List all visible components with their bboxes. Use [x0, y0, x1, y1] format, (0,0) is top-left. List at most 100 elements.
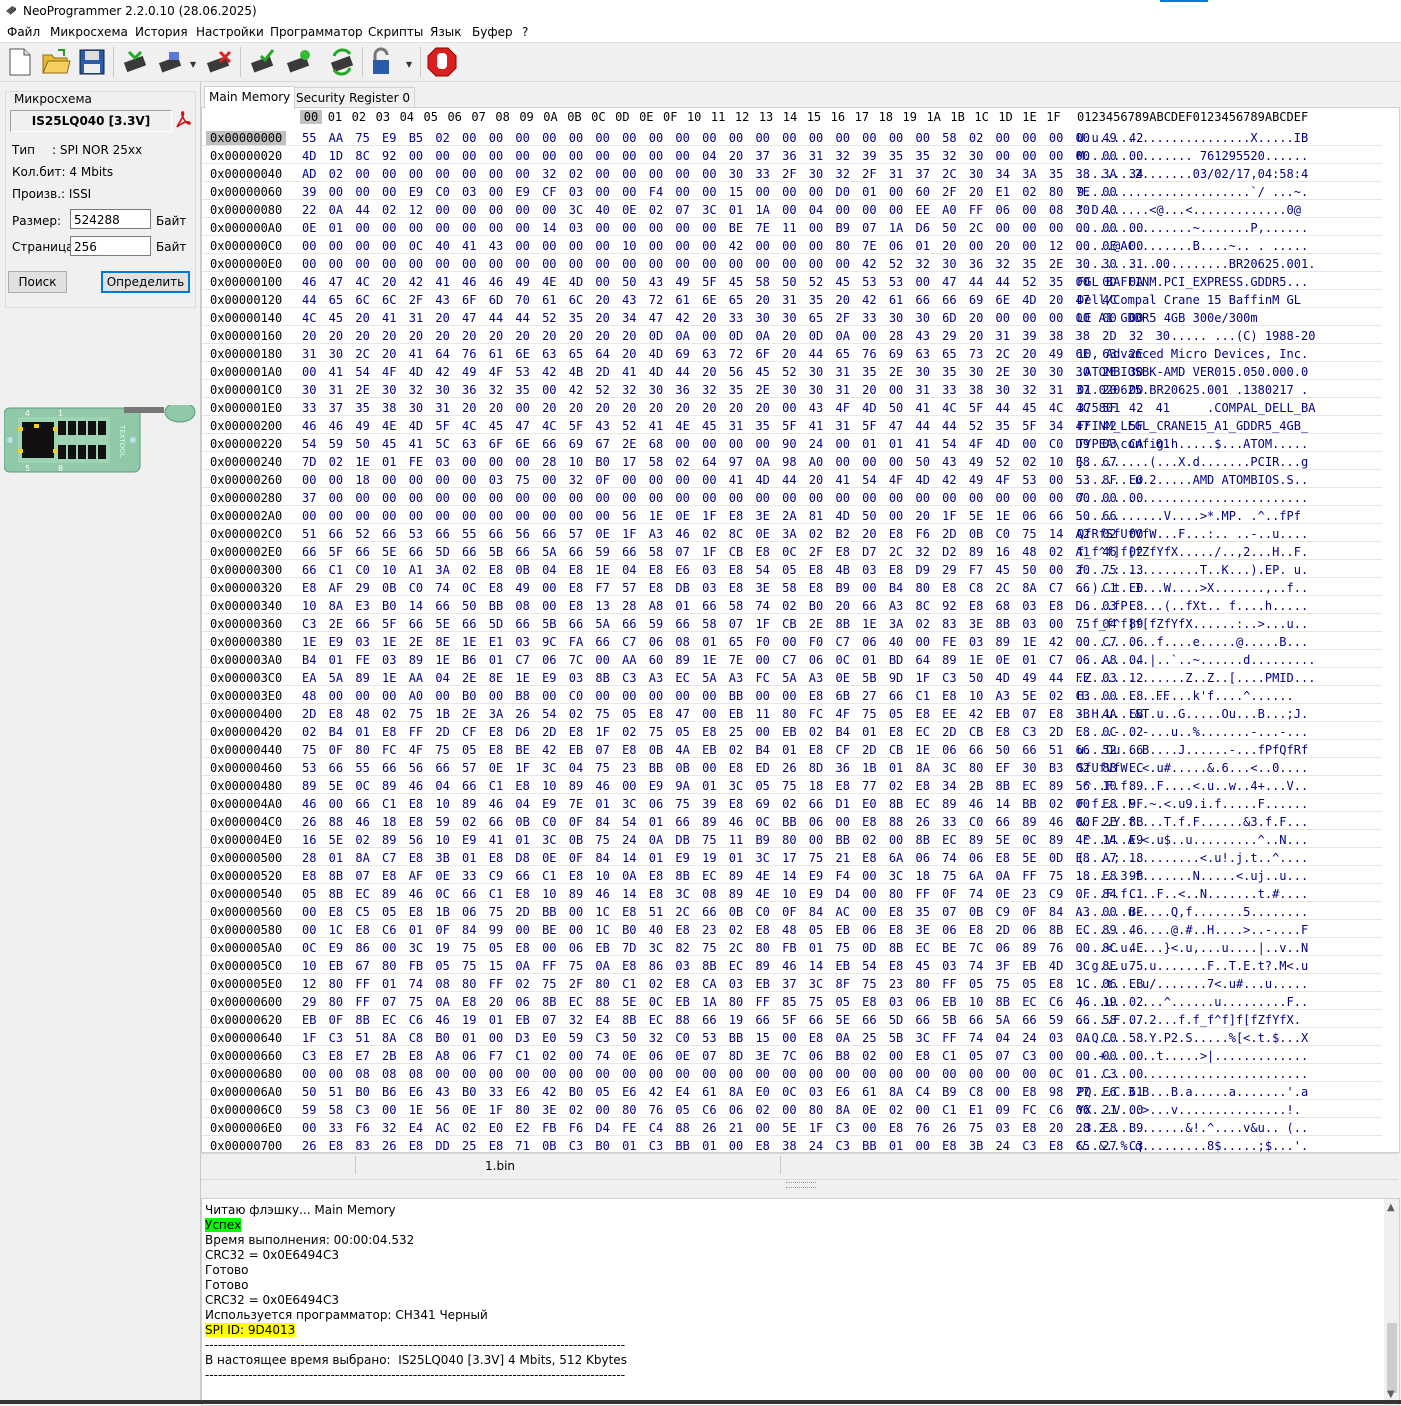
- hex-row-bytes[interactable]: 89 5E 0C 89 46 04 66 C1 E8 10 89 46 00 E…: [302, 779, 1143, 793]
- hex-row-ascii[interactable]: ........u.2.....AMD ATOMBIOS.S..: [1077, 473, 1308, 487]
- hex-row[interactable]: 0x000000C0 00 00 00 00 0C 40 41 43 00 00 …: [202, 236, 1382, 254]
- hex-row-bytes[interactable]: B4 01 FE 03 89 1E B6 01 C7 06 7C 00 AA 6…: [302, 653, 1143, 667]
- menu-chip[interactable]: Микросхема: [50, 25, 128, 39]
- hex-row-ascii[interactable]: 375801 . .COMPAL_DELL_BA: [1077, 401, 1315, 415]
- hex-row-ascii[interactable]: ...+.......t.....>|.............: [1077, 1049, 1308, 1063]
- erase-chip-icon[interactable]: [203, 46, 235, 78]
- auto-icon[interactable]: [326, 46, 358, 78]
- hex-row[interactable]: 0x00000540 05 8B EC 89 46 0C 66 C1 E8 10 …: [202, 884, 1382, 902]
- hex-row-bytes[interactable]: 28 01 8A C7 E8 3B 01 E8 D8 0E 0F 84 14 0…: [302, 851, 1143, 865]
- hex-row-bytes[interactable]: 12 80 FF 01 74 08 80 FF 02 75 2F 80 C1 0…: [302, 977, 1143, 991]
- hex-row-ascii[interactable]: H...............k'f....^......: [1077, 689, 1294, 703]
- hex-row-bytes[interactable]: 0E 01 00 00 00 00 00 00 00 14 03 00 00 0…: [302, 221, 1143, 235]
- hex-row[interactable]: 0x00000320 E8 AF 29 0B C0 74 0C E8 49 00 …: [202, 578, 1382, 596]
- hex-row-ascii[interactable]: f_f^f]f[fZfYfX...../..,2...H..F.: [1077, 545, 1308, 559]
- hex-row-bytes[interactable]: 00 41 54 4F 4D 42 49 4F 53 42 4B 2D 41 4…: [302, 365, 1143, 379]
- hex-row[interactable]: 0x000003A0 B4 01 FE 03 89 1E B6 01 C7 06 …: [202, 650, 1382, 668]
- hex-row-bytes[interactable]: 29 80 FF 07 75 0A E8 20 06 8B EC 88 5E 0…: [302, 995, 1143, 1009]
- hex-row-bytes[interactable]: C3 E8 E7 2B E8 A8 06 F7 C1 02 00 74 0E 0…: [302, 1049, 1143, 1063]
- hex-row[interactable]: 0x000003C0 EA 5A 89 1E AA 04 2E 8E 1E E9 …: [202, 668, 1382, 686]
- hex-row[interactable]: 0x00000440 75 0F 80 FC 4F 75 05 E8 BE 42 …: [202, 740, 1382, 758]
- hex-row-ascii[interactable]: 9.......................`/ ...~.: [1077, 185, 1308, 199]
- hex-row[interactable]: 0x00000280 37 00 00 00 00 00 00 00 00 00 …: [202, 488, 1382, 506]
- hex-row[interactable]: 0x000005C0 10 EB 67 80 FB 05 75 15 0A FF …: [202, 956, 1382, 974]
- hex-row-bytes[interactable]: 33 37 35 38 30 31 20 20 00 20 20 20 20 2…: [302, 401, 1170, 415]
- hex-row-bytes[interactable]: 50 51 B0 B6 E6 43 B0 33 E6 42 B0 05 E6 4…: [302, 1085, 1143, 1099]
- hex-row[interactable]: 0x000003E0 48 00 00 00 A0 00 B0 00 B8 00 …: [202, 686, 1382, 704]
- tab-main-memory[interactable]: Main Memory: [204, 86, 296, 109]
- hex-row-ascii[interactable]: .^..V..A.<.u$..u.........^..N...: [1077, 833, 1308, 847]
- hex-row[interactable]: 0x000004C0 26 88 46 18 E8 59 02 66 0B C0 …: [202, 812, 1382, 830]
- hex-row-ascii[interactable]: QfRfSfUfVfW...F...:.. ..-..u....: [1077, 527, 1308, 541]
- hex-row-ascii[interactable]: -.H.u..:&T.u..G.....Ou...B...;J.: [1077, 707, 1308, 721]
- hex-row[interactable]: 0x000006E0 00 33 F6 32 E4 AC 02 E0 E2 FB …: [202, 1118, 1382, 1136]
- hex-row-ascii[interactable]: (....;...........<.u!.j.t..^....: [1077, 851, 1308, 865]
- hex-row-bytes[interactable]: 46 47 4C 20 42 41 46 46 49 4E 4D 00 50 4…: [302, 275, 1143, 289]
- hex-row[interactable]: 0x00000480 89 5E 0C 89 46 04 66 C1 E8 10 …: [202, 776, 1382, 794]
- unlock-dropdown-icon[interactable]: ▼: [406, 60, 412, 69]
- hex-row-ascii[interactable]: ....t....u/.......7<.u#...u.....: [1077, 977, 1308, 991]
- hex-row-ascii[interactable]: ..Q.......Y.P2.S.....%[<.t.$...X: [1077, 1031, 1308, 1045]
- hex-row-bytes[interactable]: 00 00 00 00 00 00 00 00 00 00 00 00 00 0…: [302, 257, 1170, 271]
- hex-row[interactable]: 0x000005A0 0C E9 86 00 3C 19 75 05 E8 00 …: [202, 938, 1382, 956]
- hex-row-ascii[interactable]: &.F..Y.f....T.f.F......&3.f.F...: [1077, 815, 1308, 829]
- hex-row[interactable]: 0x00000420 02 B4 01 E8 FF 2D CF E8 D6 2D …: [202, 722, 1382, 740]
- hex-row-bytes[interactable]: 1F C3 51 8A C8 B0 01 00 D3 E0 59 C3 50 3…: [302, 1031, 1143, 1045]
- hex-row-bytes[interactable]: 22 0A 44 02 12 00 00 00 00 00 3C 40 0E 0…: [302, 203, 1117, 217]
- hex-row-bytes[interactable]: 7D 02 1E 01 FE 03 00 00 00 28 10 B0 17 5…: [302, 455, 1117, 469]
- hex-row-bytes[interactable]: E8 AF 29 0B C0 74 0C E8 49 00 E8 F7 57 E…: [302, 581, 1143, 595]
- hex-row[interactable]: 0x000000E0 00 00 00 00 00 00 00 00 00 00 …: [202, 254, 1382, 272]
- hex-row-ascii[interactable]: TYPEA\config.h.....$...ATOM.....: [1077, 437, 1308, 451]
- hex-row-bytes[interactable]: 46 00 66 C1 E8 10 89 46 04 E9 7E 01 3C 0…: [302, 797, 1143, 811]
- hex-row[interactable]: 0x00000460 53 66 55 66 56 66 57 0E 1F 3C …: [202, 758, 1382, 776]
- hex-row-bytes[interactable]: AD 02 00 00 00 00 00 00 00 32 02 00 00 0…: [302, 167, 1143, 181]
- unlock-icon[interactable]: [367, 46, 399, 78]
- hex-row-ascii[interactable]: .....@AC........B....~.. . .....: [1077, 239, 1308, 253]
- hex-row-ascii[interactable]: ........2.......03/02/17,04:58:4: [1077, 167, 1308, 181]
- menu-help[interactable]: ?: [522, 25, 528, 39]
- hex-row[interactable]: 0x000000A0 0E 01 00 00 00 00 00 00 00 14 …: [202, 218, 1382, 236]
- pdf-icon[interactable]: [173, 109, 193, 131]
- menu-settings[interactable]: Настройки: [196, 25, 264, 39]
- hex-row-ascii[interactable]: YX...V...>...v...............!.: [1077, 1103, 1301, 1117]
- hex-row-ascii[interactable]: F.f....F..~.<.u9.i.f.....F......: [1077, 797, 1308, 811]
- hex-row-ascii[interactable]: ..... ...(C) 1988-20: [1077, 329, 1316, 343]
- hex-row[interactable]: 0x000004E0 16 5E 02 89 56 10 E9 41 01 3C …: [202, 830, 1382, 848]
- hex-row[interactable]: 0x00000700 26 E8 83 26 E8 DD 25 E8 71 0B …: [202, 1136, 1382, 1152]
- hex-row-ascii[interactable]: ...........f....e.....@.....B...: [1077, 635, 1308, 649]
- hex-row[interactable]: 0x000005E0 12 80 FF 01 74 08 80 FF 02 75 …: [202, 974, 1382, 992]
- hex-row-ascii[interactable]: ..g...u...u.......F..T.E.t?.M<.u: [1077, 959, 1308, 973]
- scroll-down-icon[interactable]: ▼: [1387, 1389, 1395, 1400]
- hex-row[interactable]: 0x00000020 4D 1D 8C 92 00 00 00 00 00 00 …: [202, 146, 1382, 164]
- verify-chip-icon[interactable]: [247, 46, 279, 78]
- hex-row-ascii[interactable]: U.u.....................X.....IB: [1077, 131, 1308, 145]
- hex-row[interactable]: 0x000002C0 51 66 52 66 53 66 55 66 56 66 …: [202, 524, 1382, 542]
- hex-row-ascii[interactable]: .....-...-...u..%.......-...-...: [1077, 725, 1308, 739]
- hex-row-bytes[interactable]: 26 E8 83 26 E8 DD 25 E8 71 0B C3 B0 01 C…: [302, 1139, 1143, 1152]
- hex-row-ascii[interactable]: f....:...........T..K...).EP. u.: [1077, 563, 1308, 577]
- hex-row[interactable]: 0x00000120 44 65 6C 6C 2F 43 6F 6D 70 61 …: [202, 290, 1382, 308]
- hex-row[interactable]: 0x00000580 00 1C E8 C6 01 0F 84 99 00 BE …: [202, 920, 1382, 938]
- hex-row-bytes[interactable]: 0C E9 86 00 3C 19 75 05 E8 00 06 EB 7D 3…: [302, 941, 1143, 955]
- hex-row-ascii[interactable]: ..f_f^f]f[fZfYfX......:..>...u..: [1077, 617, 1308, 631]
- hex-row[interactable]: 0x00000180 31 30 2C 20 41 64 76 61 6E 63 …: [202, 344, 1382, 362]
- hex-row-ascii[interactable]: PQ...C.3.B...B.a.....a.......'.a: [1077, 1085, 1308, 1099]
- hex-row[interactable]: 0x000006A0 50 51 B0 B6 E6 43 B0 33 E6 42 …: [202, 1082, 1382, 1100]
- hex-row-bytes[interactable]: 30 31 2E 30 32 30 36 32 35 00 42 52 32 3…: [302, 383, 1143, 397]
- hex-row-bytes[interactable]: 00 00 08 08 08 00 00 00 00 00 00 00 00 0…: [302, 1067, 1143, 1081]
- hex-row-bytes[interactable]: 00 00 00 00 00 00 00 00 00 00 00 00 56 1…: [302, 509, 1117, 523]
- hex-row-bytes[interactable]: 54 59 50 45 41 5C 63 6F 6E 66 69 67 2E 6…: [302, 437, 1170, 451]
- log-panel[interactable]: Читаю флэшку... Main Memory Успех Время вы…: [201, 1198, 1400, 1406]
- write-chip-icon[interactable]: [155, 46, 187, 78]
- hex-row-bytes[interactable]: 75 0F 80 FC 4F 75 05 E8 BE 42 EB 07 E8 0…: [302, 743, 1143, 757]
- hex-row-bytes[interactable]: 31 30 2C 20 41 64 76 61 6E 63 65 64 20 4…: [302, 347, 1143, 361]
- hex-row-bytes[interactable]: 66 C1 C0 10 A1 3A 02 E8 0B 04 E8 1E 04 E…: [302, 563, 1143, 577]
- tab-security-register[interactable]: Security Register 0: [291, 87, 415, 108]
- hex-row-ascii[interactable]: .ATOMBIOSBK-AMD VER015.050.000.0: [1077, 365, 1308, 379]
- hex-row-bytes[interactable]: 02 B4 01 E8 FF 2D CF E8 D6 2D E8 1F 02 7…: [302, 725, 1143, 739]
- hex-row[interactable]: 0x000006C0 59 58 C3 00 1E 56 0E 1F 80 3E …: [202, 1100, 1382, 1118]
- hex-row-ascii[interactable]: .....................BR20625.001.: [1077, 257, 1315, 271]
- hex-row-bytes[interactable]: 00 1C E8 C6 01 0F 84 99 00 BE 00 1C B0 4…: [302, 923, 1143, 937]
- hex-row[interactable]: 0x00000260 00 00 18 00 00 00 00 03 75 00 …: [202, 470, 1382, 488]
- hex-row-ascii[interactable]: Dell/Compal Crane 15 BaffinM GL: [1077, 293, 1301, 307]
